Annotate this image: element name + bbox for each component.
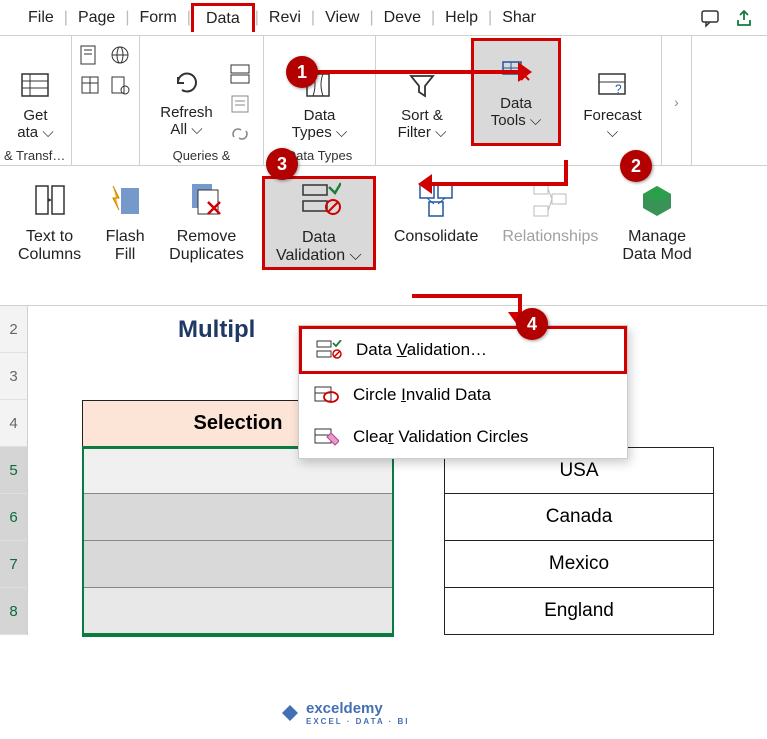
from-web-icon[interactable]: [109, 44, 133, 68]
text-to-columns-label: Text to Columns: [18, 228, 81, 264]
relationships-label: Relationships: [502, 228, 598, 246]
tab-page[interactable]: Page: [68, 3, 125, 33]
data-validation-button[interactable]: Data Validation ⌵: [262, 176, 376, 270]
tab-review[interactable]: Revi: [259, 3, 311, 33]
queries-connections-icon[interactable]: [229, 63, 251, 85]
watermark-sub: EXCEL · DATA · BI: [306, 717, 409, 726]
menu-item-label: Circle Invalid Data: [353, 385, 491, 405]
data-validation-label: Data Validation ⌵: [276, 229, 362, 265]
manage-data-model-label: Manage Data Mod: [622, 228, 691, 264]
ribbon-main: Get ata ⌵ & Transform… Refresh All ⌵ Que…: [0, 36, 767, 166]
callout-badge-4: 4: [516, 308, 548, 340]
consolidate-label: Consolidate: [394, 228, 479, 246]
share-icon[interactable]: [733, 7, 755, 29]
callout-badge-2: 2: [620, 150, 652, 182]
clear-circles-icon: [313, 426, 339, 448]
refresh-label: Refresh All ⌵: [160, 104, 213, 138]
row-header[interactable]: 5: [0, 447, 27, 494]
selection-cell[interactable]: [82, 494, 394, 541]
data-types-label: Data Types ⌵: [292, 107, 348, 141]
ribbon-data-tools: Text to Columns Flash Fill Remove Duplic…: [0, 166, 767, 306]
row-header[interactable]: 7: [0, 541, 27, 588]
get-data-button[interactable]: Get ata ⌵: [9, 63, 61, 145]
tab-developer[interactable]: Deve: [374, 3, 431, 33]
relationships-button: Relationships: [496, 176, 604, 250]
svg-text:?: ?: [615, 82, 622, 96]
row-headers: 2 3 4 5 6 7 8: [0, 306, 28, 635]
watermark-brand: exceldemy: [306, 700, 383, 717]
country-cell[interactable]: Mexico: [444, 541, 714, 588]
refresh-icon: [169, 64, 205, 100]
selection-cell[interactable]: [82, 541, 394, 588]
menu-item-circle-invalid[interactable]: Circle Invalid Data: [299, 374, 627, 416]
tab-data[interactable]: Data: [191, 3, 255, 32]
menu-item-data-validation[interactable]: Data Validation…: [299, 326, 627, 374]
selection-cell[interactable]: [82, 588, 394, 635]
arrowhead-icon: [418, 174, 432, 194]
callout-badge-1: 1: [286, 56, 318, 88]
flash-fill-button[interactable]: Flash Fill: [99, 176, 151, 268]
menu-item-label: Data Validation…: [356, 340, 487, 360]
forecast-button[interactable]: ? Forecast ⌵: [575, 63, 649, 145]
forecast-icon: ?: [594, 67, 630, 103]
row-header[interactable]: 8: [0, 588, 27, 635]
from-text-icon[interactable]: [79, 44, 103, 68]
recent-sources-icon[interactable]: [109, 74, 133, 98]
tab-file[interactable]: File: [18, 3, 64, 33]
sort-filter-label: Sort & Filter ⌵: [398, 107, 447, 141]
group-label-queries: Queries &: [173, 148, 231, 163]
callout-badge-3: 3: [266, 148, 298, 180]
get-data-small-icons: [79, 44, 133, 98]
tab-view[interactable]: View: [315, 3, 369, 33]
menu-item-clear-circles[interactable]: Clear Validation Circles: [299, 416, 627, 458]
arrow-2-to-3: [432, 182, 568, 186]
menu-tab-bar: File| Page| Form| Data| Revi| View| Deve…: [0, 0, 767, 36]
arrowhead-icon: [518, 62, 532, 82]
data-model-icon: [637, 180, 677, 220]
tab-share[interactable]: Shar: [492, 3, 546, 33]
data-tools-label: Data Tools ⌵: [491, 95, 542, 129]
arrow-2-to-3: [564, 160, 568, 182]
get-data-icon: [17, 67, 53, 103]
row-header[interactable]: 2: [0, 306, 27, 353]
row-header[interactable]: 6: [0, 494, 27, 541]
remove-duplicates-label: Remove Duplicates: [169, 228, 244, 264]
text-to-columns-button[interactable]: Text to Columns: [12, 176, 87, 268]
consolidate-button[interactable]: Consolidate: [388, 176, 485, 250]
data-validation-menu: Data Validation… Circle Invalid Data Cle…: [298, 325, 628, 459]
group-label-transform: & Transform…: [4, 148, 67, 163]
data-validation-menu-icon: [316, 339, 342, 361]
refresh-all-button[interactable]: Refresh All ⌵: [152, 57, 221, 145]
manage-data-model-button[interactable]: Manage Data Mod: [616, 176, 697, 268]
arrow-3-to-4: [412, 294, 520, 298]
country-cell[interactable]: England: [444, 588, 714, 635]
sort-filter-button[interactable]: Sort & Filter ⌵: [390, 63, 455, 145]
text-to-columns-icon: [30, 180, 70, 220]
remove-duplicates-button[interactable]: Remove Duplicates: [163, 176, 250, 268]
from-table-icon[interactable]: [79, 74, 103, 98]
country-cell[interactable]: Canada: [444, 494, 714, 541]
relationships-icon: [530, 180, 570, 220]
forecast-label: Forecast ⌵: [583, 107, 641, 141]
properties-icon[interactable]: [229, 93, 251, 115]
menu-item-label: Clear Validation Circles: [353, 427, 528, 447]
data-tools-button[interactable]: Data Tools ⌵: [471, 38, 561, 146]
data-validation-icon: [299, 181, 339, 221]
watermark: exceldemy EXCEL · DATA · BI: [280, 700, 409, 726]
circle-invalid-icon: [313, 384, 339, 406]
tab-help[interactable]: Help: [435, 3, 488, 33]
comments-icon[interactable]: [699, 7, 721, 29]
scroll-right-icon[interactable]: ›: [674, 94, 679, 110]
remove-duplicates-icon: [186, 180, 226, 220]
flash-fill-icon: [105, 180, 145, 220]
get-data-label: Get ata ⌵: [17, 107, 53, 141]
tab-form[interactable]: Form: [129, 3, 186, 33]
arrow-1-to-2: [300, 70, 518, 74]
edit-links-icon[interactable]: [229, 123, 251, 145]
row-header[interactable]: 3: [0, 353, 27, 400]
flash-fill-label: Flash Fill: [106, 228, 145, 264]
row-header[interactable]: 4: [0, 400, 27, 447]
